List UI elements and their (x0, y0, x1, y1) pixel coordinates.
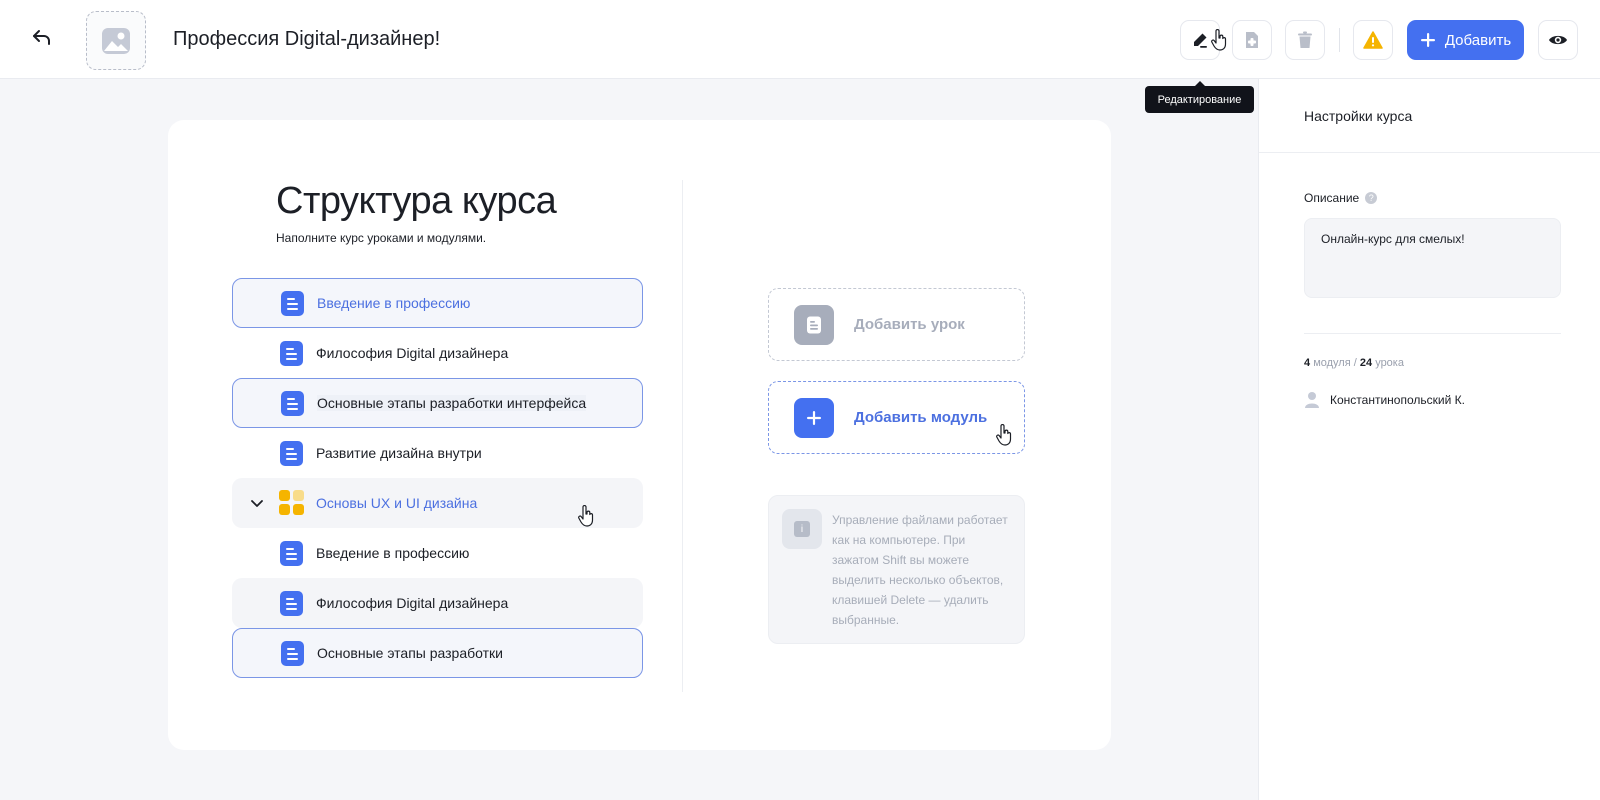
add-button[interactable]: Добавить (1407, 20, 1524, 60)
structure-subtitle: Наполните курс уроками и модулями. (276, 231, 487, 245)
add-module-button[interactable]: Добавить модуль (768, 381, 1025, 454)
lessons-count: 24 (1359, 357, 1373, 369)
eye-icon (1549, 35, 1567, 45)
lesson-title: Введение в профессию (317, 295, 471, 311)
plus-icon (794, 397, 834, 438)
add-lesson-button[interactable]: Добавить урок (768, 288, 1025, 361)
course-cover-upload[interactable] (86, 11, 146, 70)
hand-pointer-cursor-icon (578, 505, 594, 527)
add-lesson-label: Добавить урок (854, 316, 965, 333)
lesson-row[interactable]: Основные этапы разработки (232, 628, 643, 678)
lessons-word: урока (1375, 357, 1404, 369)
settings-title: Настройки курса (1304, 108, 1413, 124)
description-label-text: Описание (1304, 191, 1360, 205)
back-button[interactable] (26, 22, 58, 54)
lesson-row[interactable]: Философия Digital дизайнера (232, 328, 643, 378)
lesson-title: Введение в профессию (316, 545, 470, 561)
lesson-doc-icon (281, 390, 304, 416)
lesson-row[interactable]: Введение в профессию (232, 528, 643, 578)
stats-separator: / (1353, 357, 1357, 369)
undo-arrow-icon (33, 30, 50, 45)
column-divider (682, 180, 683, 692)
plus-icon (1420, 33, 1435, 47)
lesson-title: Развитие дизайна внутри (316, 445, 482, 461)
lesson-title: Философия Digital дизайнера (316, 595, 509, 611)
delete-button[interactable] (1285, 20, 1325, 60)
info-icon: i (782, 509, 822, 549)
add-button-label: Добавить (1444, 31, 1512, 49)
module-title: Основы UX и UI дизайна (316, 495, 478, 511)
info-text: Управление файлами работает как на компь… (832, 513, 1008, 627)
settings-divider-2 (1304, 333, 1561, 334)
course-structure-card: Структура курса Наполните курс уроками и… (168, 120, 1111, 750)
add-module-label: Добавить модуль (854, 409, 988, 426)
lesson-title: Основные этапы разработки интерфейса (317, 395, 587, 411)
author[interactable]: Константинопольский К. (1304, 391, 1465, 409)
course-title[interactable]: Профессия Digital-дизайнер! (173, 28, 440, 51)
lesson-doc-icon (280, 590, 303, 616)
hand-pointer-cursor-icon (1211, 29, 1227, 51)
warning-icon (1363, 31, 1383, 49)
top-bar: Профессия Digital-дизайнер! Добавить (0, 0, 1600, 79)
course-settings-panel: Настройки курса Описание ? Онлайн-курс д… (1258, 79, 1600, 800)
hand-pointer-cursor-icon (996, 424, 1012, 446)
description-field[interactable]: Онлайн-курс для смелых! (1304, 218, 1561, 298)
help-icon[interactable]: ? (1365, 192, 1378, 204)
modules-word: модуля (1313, 357, 1351, 369)
edit-pen-icon (1194, 33, 1207, 48)
add-file-button[interactable] (1232, 20, 1272, 60)
image-placeholder-icon (102, 27, 130, 54)
course-stats: 4 модуля / 24 урока (1304, 357, 1404, 369)
user-icon (1305, 392, 1319, 408)
lesson-doc-icon (280, 440, 303, 466)
trash-icon (1298, 31, 1312, 48)
add-file-icon (1246, 32, 1258, 48)
lesson-doc-icon (281, 290, 304, 316)
lesson-doc-icon (280, 340, 303, 366)
lesson-row[interactable]: Философия Digital дизайнера (232, 578, 643, 628)
module-grid-icon (279, 490, 305, 516)
lesson-doc-icon (281, 640, 304, 666)
preview-button[interactable] (1538, 20, 1578, 60)
lesson-row[interactable]: Основные этапы разработки интерфейса (232, 378, 643, 428)
lesson-doc-icon (794, 304, 834, 345)
warnings-button[interactable] (1353, 20, 1393, 60)
lesson-doc-icon (280, 540, 303, 566)
description-label: Описание ? (1304, 191, 1378, 205)
lesson-row[interactable]: Введение в профессию (232, 278, 643, 328)
modules-count: 4 (1304, 357, 1311, 369)
structure-title: Структура курса (276, 180, 557, 222)
lesson-title: Основные этапы разработки (317, 645, 503, 661)
chevron-down-icon[interactable] (248, 494, 266, 512)
lesson-row[interactable]: Развитие дизайна внутри (232, 428, 643, 478)
lesson-title: Философия Digital дизайнера (316, 345, 509, 361)
edit-tooltip: Редактирование (1145, 81, 1254, 113)
settings-divider (1259, 152, 1600, 153)
info-hint: i Управление файлами работает как на ком… (768, 495, 1025, 644)
author-name: Константинопольский К. (1330, 393, 1465, 407)
toolbar-divider (1339, 28, 1340, 52)
